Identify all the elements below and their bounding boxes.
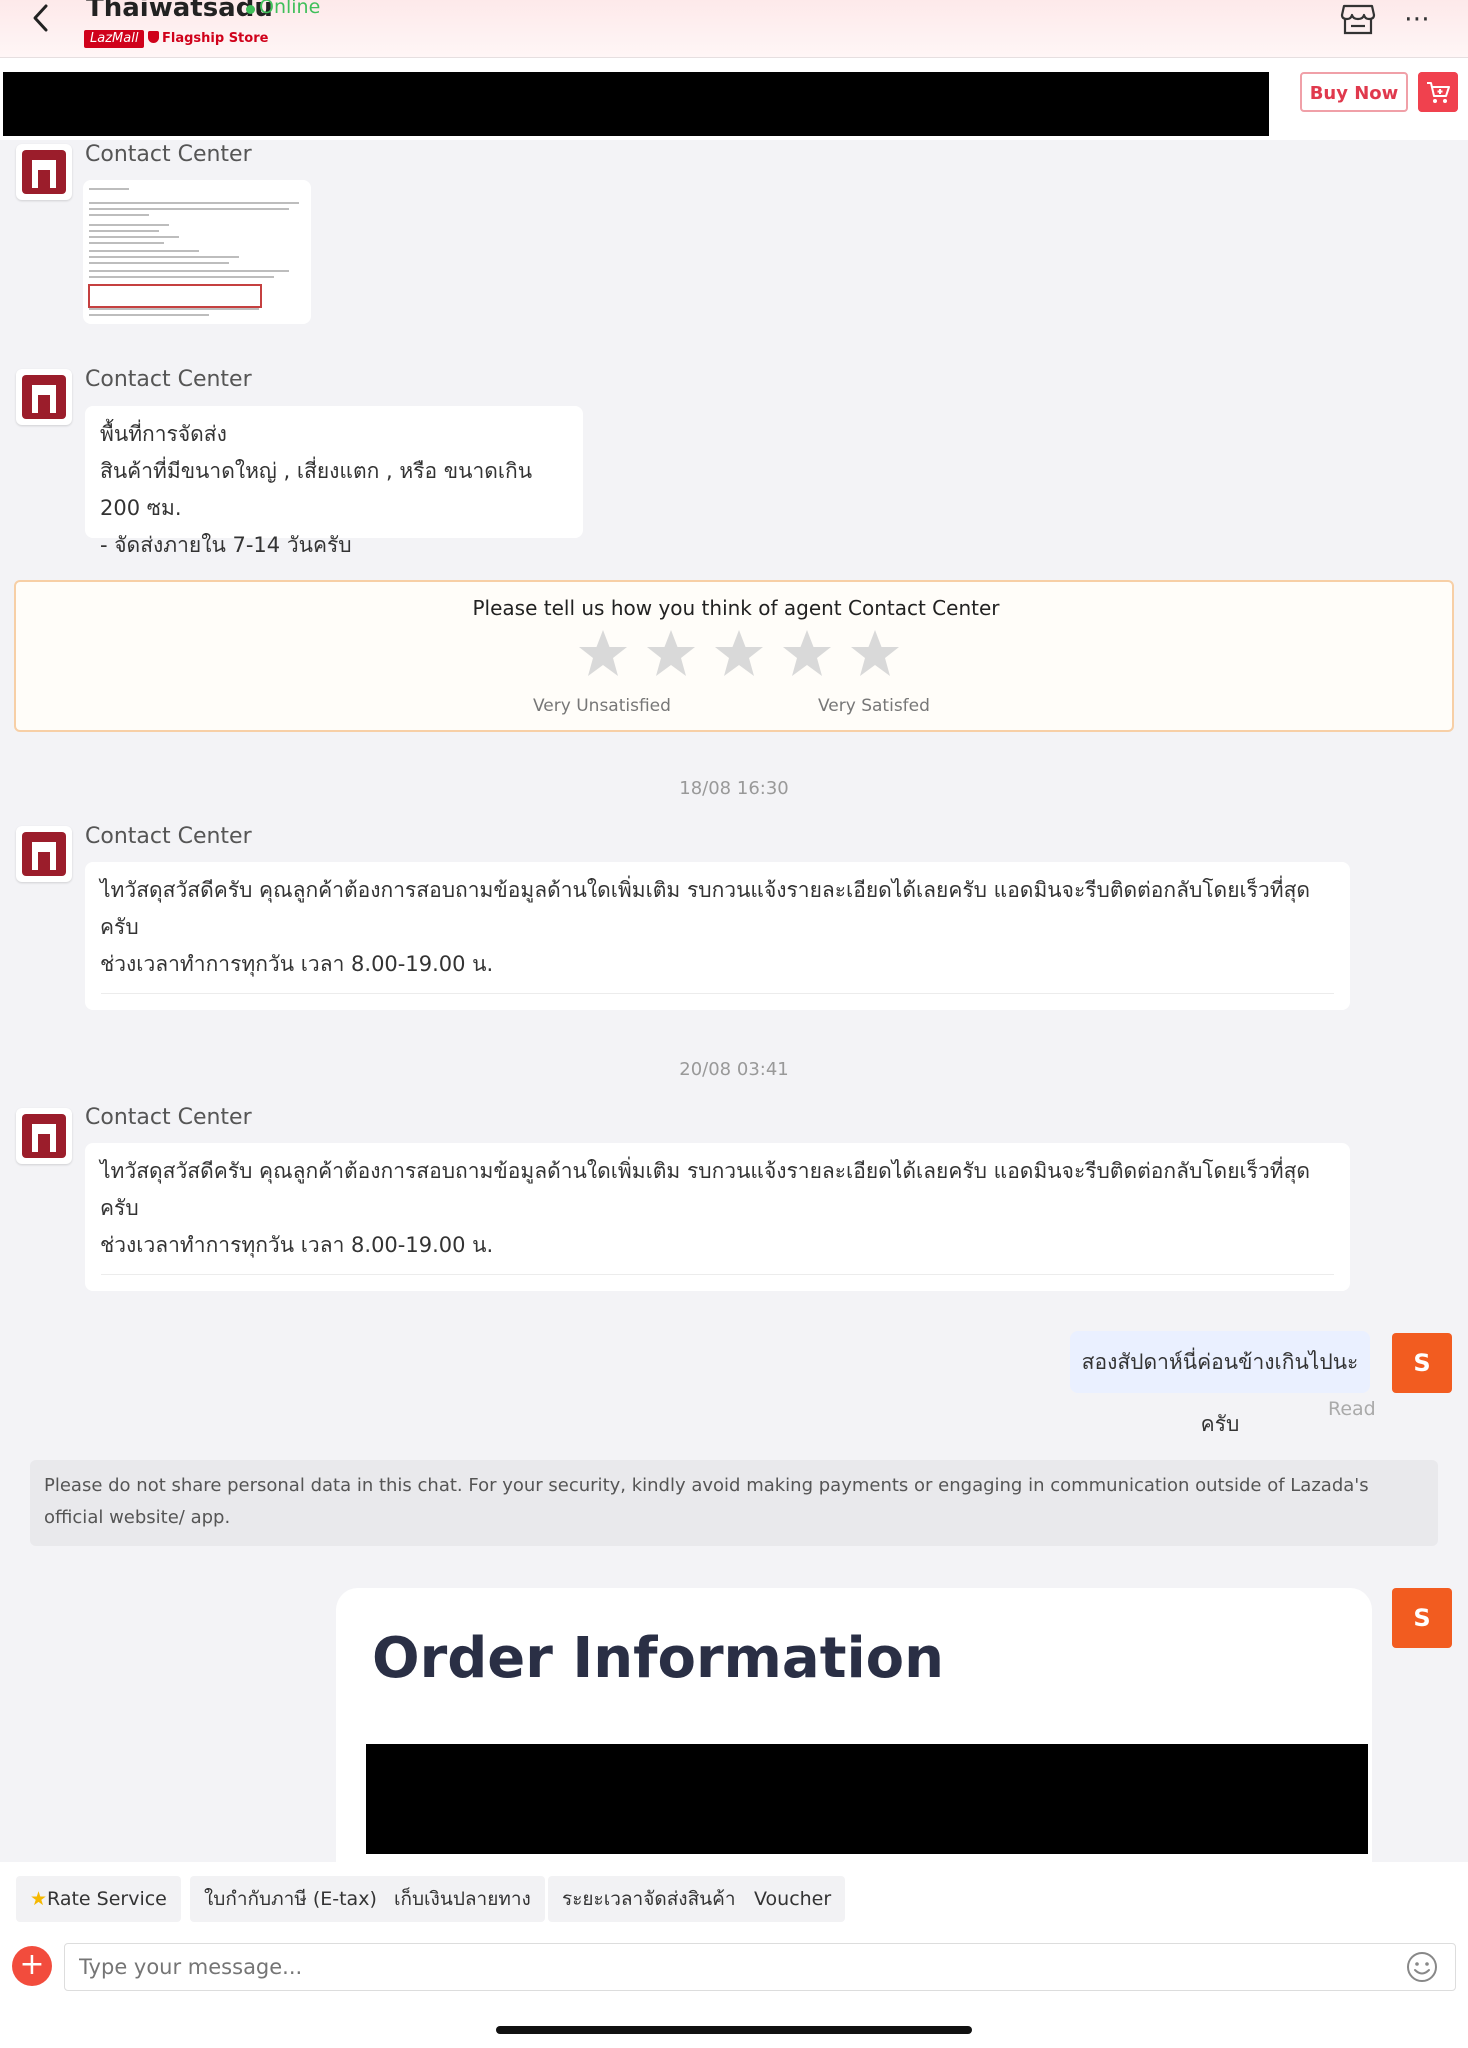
my-message-bubble: สองสัปดาห์นี่ค่อนข้างเกินไปนะครับ: [1070, 1331, 1370, 1436]
highlight-box: [88, 284, 262, 308]
buy-now-button[interactable]: Buy Now: [1300, 72, 1408, 112]
quick-reply-voucher[interactable]: Voucher: [740, 1876, 846, 1922]
message-bubble: ไทวัสดุสวัสดีครับ คุณลูกค้าต้องการสอบถาม…: [85, 862, 1350, 1010]
agent-rating-card: Please tell us how you think of agent Co…: [14, 580, 1454, 732]
home-indicator: [496, 2026, 972, 2034]
user-avatar: S: [1392, 1588, 1452, 1648]
online-indicator-icon: [246, 5, 255, 14]
image-attachment[interactable]: [83, 180, 311, 324]
add-attachment-icon[interactable]: +: [12, 1946, 52, 1986]
message-timestamp: 18/08 16:30: [679, 778, 789, 799]
message-line: ไทวัสดุสวัสดีครับ คุณลูกค้าต้องการสอบถาม…: [100, 878, 1311, 939]
shield-icon: [148, 31, 159, 43]
star-4-icon[interactable]: [780, 628, 834, 680]
message-line: - จัดส่งภายใน 7-14 วันครับ: [100, 533, 352, 557]
message-line: ช่วงเวลาทำการทุกวัน เวลา 8.00-19.00 น.: [100, 1233, 494, 1257]
sender-name: Contact Center: [85, 142, 252, 167]
message-timestamp: 20/08 03:41: [679, 1059, 789, 1080]
message-bubble: ไทวัสดุสวัสดีครับ คุณลูกค้าต้องการสอบถาม…: [85, 1143, 1350, 1291]
online-status: Online: [259, 0, 321, 18]
store-icon[interactable]: [1340, 2, 1376, 36]
thaiwatsadu-logo-icon: [32, 1124, 56, 1152]
agent-avatar: [16, 369, 72, 425]
rating-high-label: Very Satisfed: [818, 696, 930, 716]
sender-name: Contact Center: [85, 1105, 252, 1130]
flagship-store-badge: Flagship Store: [148, 30, 268, 48]
security-notice: Please do not share personal data in thi…: [30, 1460, 1438, 1546]
star-3-icon[interactable]: [712, 628, 766, 680]
thaiwatsadu-logo-icon: [32, 842, 56, 870]
quick-reply-e-tax[interactable]: ใบกำกับภาษี (E-tax): [190, 1876, 391, 1922]
agent-avatar: [16, 826, 72, 882]
sender-name: Contact Center: [85, 367, 252, 392]
redacted-product-info: [3, 72, 1269, 136]
quick-reply-delivery-time[interactable]: ระยะเวลาจัดส่งสินค้า: [548, 1876, 750, 1922]
quick-reply-rate-service[interactable]: ★Rate Service: [16, 1876, 181, 1922]
store-name[interactable]: Thaiwatsadu: [86, 0, 273, 23]
rating-prompt: Please tell us how you think of agent Co…: [472, 596, 1000, 620]
message-line: พื้นที่การจัดส่ง: [100, 422, 227, 446]
quick-reply-cod[interactable]: เก็บเงินปลายทาง: [380, 1876, 545, 1922]
message-bubble: พื้นที่การจัดส่ง สินค้าที่มีขนาดใหญ่ , เ…: [85, 406, 583, 557]
thaiwatsadu-logo-icon: [32, 385, 56, 413]
sender-name: Contact Center: [85, 824, 252, 849]
star-icon: ★: [30, 1888, 48, 1910]
redacted-order-details: [366, 1744, 1368, 1854]
more-options-icon[interactable]: ⋯: [1404, 4, 1432, 34]
back-arrow-icon[interactable]: [26, 0, 56, 36]
divider: [101, 993, 1334, 994]
star-5-icon[interactable]: [848, 628, 902, 680]
rating-low-label: Very Unsatisfied: [533, 696, 671, 716]
lazmall-badge: LazMall: [84, 30, 145, 48]
thaiwatsadu-logo-icon: [32, 160, 56, 188]
star-2-icon[interactable]: [644, 628, 698, 680]
message-input[interactable]: [64, 1943, 1456, 1991]
message-line: ไทวัสดุสวัสดีครับ คุณลูกค้าต้องการสอบถาม…: [100, 1159, 1311, 1220]
add-to-cart-icon[interactable]: [1418, 72, 1458, 112]
order-card-title: Order Information: [372, 1626, 945, 1691]
emoji-icon[interactable]: [1406, 1951, 1438, 1983]
agent-avatar: [16, 1108, 72, 1164]
agent-avatar: [16, 144, 72, 200]
user-avatar: S: [1392, 1333, 1452, 1393]
message-line: สินค้าที่มีขนาดใหญ่ , เสี่ยงแตก , หรือ ข…: [100, 459, 533, 520]
divider: [101, 1274, 1334, 1275]
quick-reply-label: Rate Service: [47, 1888, 167, 1910]
star-1-icon[interactable]: [576, 628, 630, 680]
read-status: Read: [1328, 1398, 1376, 1420]
flagship-store-label: Flagship Store: [162, 31, 269, 46]
message-line: ช่วงเวลาทำการทุกวัน เวลา 8.00-19.00 น.: [100, 952, 494, 976]
